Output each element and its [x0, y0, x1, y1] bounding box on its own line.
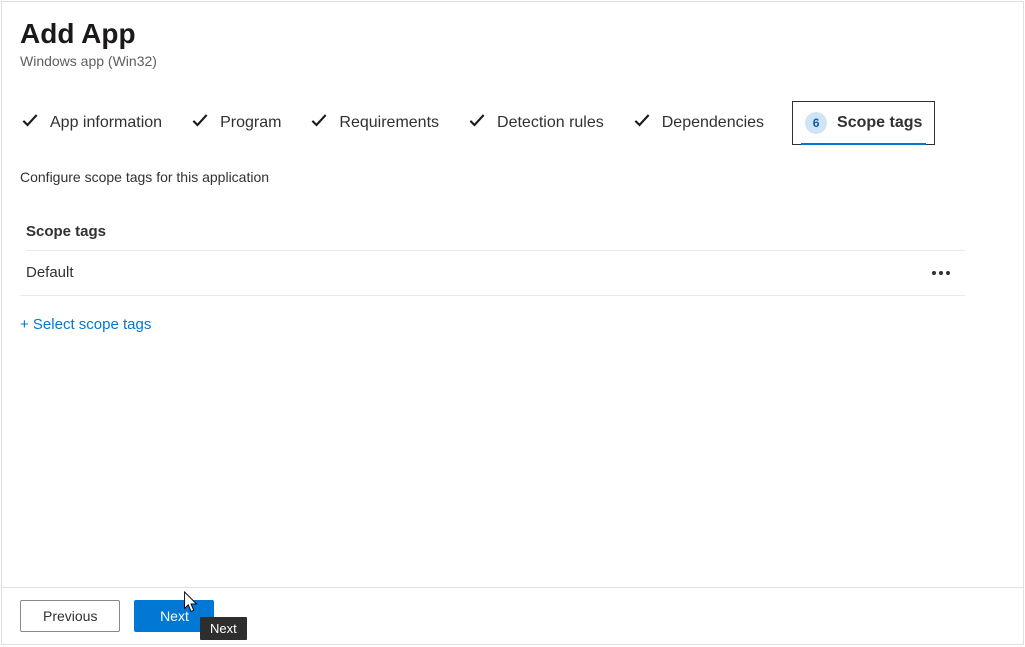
- check-icon: [467, 110, 487, 135]
- step-app-information[interactable]: App information: [20, 110, 162, 135]
- step-program[interactable]: Program: [190, 110, 281, 135]
- step-number-badge: 6: [805, 112, 827, 134]
- scope-tag-row: Default: [20, 251, 965, 296]
- wizard-footer: Previous Next: [2, 587, 1023, 644]
- previous-button[interactable]: Previous: [20, 600, 120, 632]
- step-requirements[interactable]: Requirements: [309, 110, 439, 135]
- step-label: App information: [50, 114, 162, 132]
- step-label: Scope tags: [837, 114, 922, 132]
- more-icon[interactable]: [927, 263, 955, 283]
- check-icon: [309, 110, 329, 135]
- step-label: Requirements: [339, 114, 439, 132]
- step-label: Program: [220, 114, 281, 132]
- section-description: Configure scope tags for this applicatio…: [20, 169, 1005, 185]
- check-icon: [20, 110, 40, 135]
- step-label: Dependencies: [662, 114, 764, 132]
- check-icon: [632, 110, 652, 135]
- step-label: Detection rules: [497, 114, 604, 132]
- page-title: Add App: [20, 17, 1005, 51]
- next-tooltip: Next: [200, 617, 247, 640]
- wizard-stepper: App information Program Requirements Det…: [20, 101, 1005, 145]
- section-heading: Scope tags: [26, 223, 965, 251]
- step-detection-rules[interactable]: Detection rules: [467, 110, 604, 135]
- step-scope-tags[interactable]: 6 Scope tags: [792, 101, 935, 145]
- step-dependencies[interactable]: Dependencies: [632, 110, 764, 135]
- select-scope-tags-link[interactable]: + Select scope tags: [20, 316, 151, 333]
- scope-tag-name: Default: [26, 264, 74, 281]
- page-subtitle: Windows app (Win32): [20, 53, 1005, 69]
- check-icon: [190, 110, 210, 135]
